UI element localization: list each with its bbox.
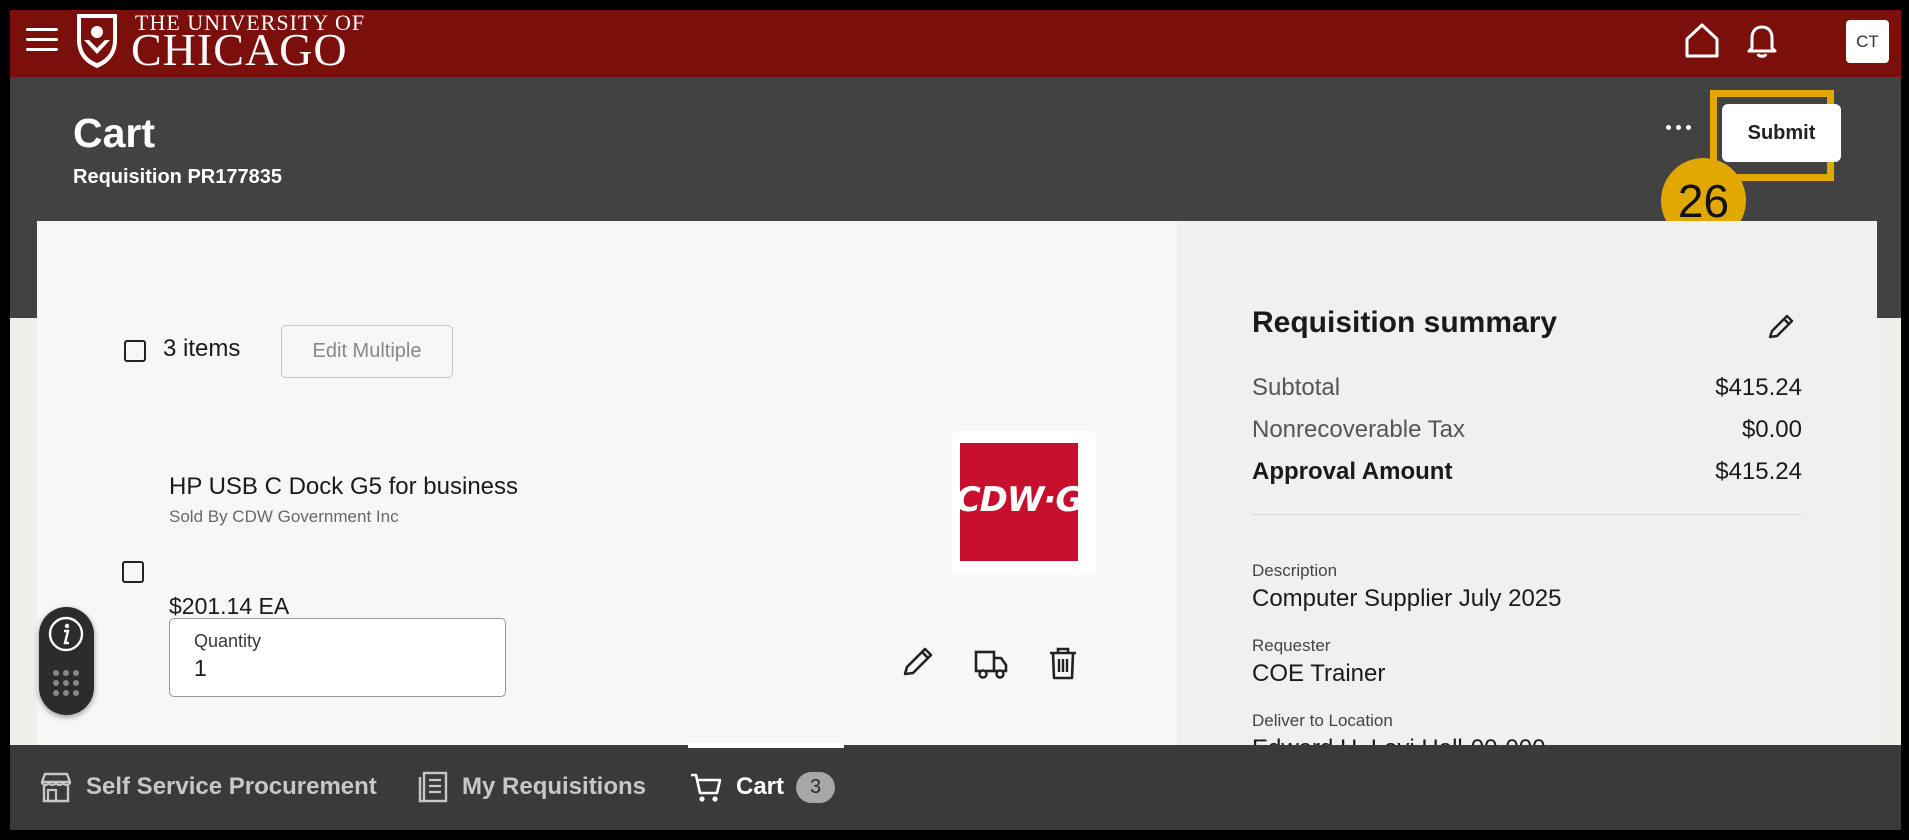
summary-divider bbox=[1252, 514, 1802, 515]
summary-row-tax: Nonrecoverable Tax $0.00 bbox=[1252, 416, 1802, 444]
description-value: Computer Supplier July 2025 bbox=[1252, 585, 1562, 612]
description-label: Description bbox=[1252, 561, 1338, 580]
summary-row-label: Approval Amount bbox=[1252, 458, 1453, 485]
requisitions-list-icon bbox=[418, 771, 448, 803]
home-icon[interactable] bbox=[1682, 20, 1722, 60]
nav-label: Self Service Procurement bbox=[86, 773, 377, 800]
items-count: 3 items bbox=[163, 335, 241, 362]
quantity-input[interactable] bbox=[194, 655, 474, 682]
supplier-logo: CDW·G bbox=[952, 431, 1096, 575]
deliver-to-location-label: Deliver to Location bbox=[1252, 711, 1393, 730]
summary-row-approval-amount: Approval Amount $415.24 bbox=[1252, 458, 1802, 486]
summary-row-value: $0.00 bbox=[1741, 416, 1802, 443]
requester-value: COE Trainer bbox=[1252, 660, 1386, 687]
apps-grid-icon[interactable] bbox=[50, 667, 82, 699]
store-icon bbox=[40, 772, 72, 803]
requisition-number: Requisition PR177835 bbox=[73, 166, 282, 188]
more-actions-icon[interactable] bbox=[1658, 112, 1698, 142]
summary-title: Requisition summary bbox=[1252, 306, 1558, 339]
edit-multiple-button[interactable]: Edit Multiple bbox=[281, 325, 453, 378]
summary-row-label: Nonrecoverable Tax bbox=[1252, 416, 1466, 443]
nav-self-service-procurement[interactable]: Self Service Procurement bbox=[38, 767, 377, 807]
help-info-widget[interactable] bbox=[39, 607, 94, 715]
nav-cart[interactable]: Cart 3 bbox=[688, 767, 836, 807]
hamburger-menu-icon[interactable] bbox=[26, 28, 58, 54]
cart-icon bbox=[691, 773, 722, 802]
nav-label: My Requisitions bbox=[462, 773, 647, 800]
summary-row-value: $415.24 bbox=[1715, 374, 1802, 401]
delete-trash-icon[interactable] bbox=[1044, 643, 1082, 683]
edit-summary-pencil-icon[interactable] bbox=[1765, 310, 1797, 342]
item-name[interactable]: HP USB C Dock G5 for business bbox=[169, 473, 518, 501]
cart-count-badge: 3 bbox=[796, 771, 836, 803]
bell-icon[interactable] bbox=[1742, 20, 1782, 60]
summary-row-subtotal: Subtotal $415.24 bbox=[1252, 374, 1802, 402]
requester-label: Requester bbox=[1252, 636, 1331, 655]
summary-row-label: Subtotal bbox=[1252, 374, 1341, 401]
nav-my-requisitions[interactable]: My Requisitions bbox=[414, 767, 646, 807]
university-crest-icon bbox=[77, 14, 117, 68]
summary-row-value: $415.24 bbox=[1715, 458, 1802, 485]
logo-line-big: CHICAGO bbox=[131, 24, 348, 75]
bottom-navigation: Self Service Procurement My Requisitions… bbox=[10, 745, 1901, 830]
supplier-logo-text: CDW·G bbox=[955, 480, 1084, 520]
nav-label: Cart bbox=[736, 773, 785, 800]
active-tab-indicator bbox=[688, 743, 844, 748]
app-window: THE UNIVERSITY OF CHICAGO CT Cart Requis… bbox=[10, 10, 1901, 830]
edit-pencil-icon[interactable] bbox=[898, 643, 936, 683]
quantity-label: Quantity bbox=[194, 631, 262, 651]
page-title: Cart bbox=[73, 110, 156, 156]
item-price: $201.14 EA bbox=[169, 593, 290, 619]
item-seller: Sold By CDW Government Inc bbox=[169, 507, 399, 526]
info-icon[interactable] bbox=[47, 615, 85, 653]
quantity-field[interactable]: Quantity bbox=[169, 618, 506, 697]
user-avatar[interactable]: CT bbox=[1846, 20, 1889, 63]
item-checkbox[interactable] bbox=[122, 561, 144, 583]
submit-button[interactable]: Submit bbox=[1722, 104, 1841, 162]
delivery-truck-icon[interactable] bbox=[972, 643, 1010, 683]
top-header: THE UNIVERSITY OF CHICAGO CT bbox=[10, 10, 1901, 77]
select-all-checkbox[interactable] bbox=[124, 340, 146, 362]
